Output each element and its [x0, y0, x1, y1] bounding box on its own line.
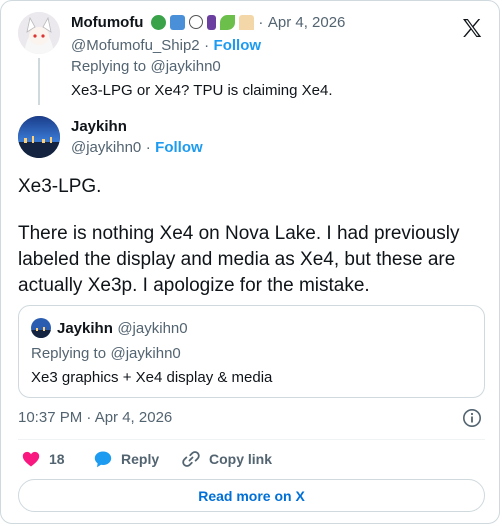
- actions-divider: [18, 439, 485, 440]
- parent-handle[interactable]: @Mofumofu_Ship2: [71, 37, 200, 54]
- like-action[interactable]: 18: [21, 449, 65, 469]
- leaf-emoji-icon: [219, 15, 235, 31]
- main-follow-button[interactable]: Follow: [155, 139, 203, 156]
- quote-replying-to: @jaykihn0: [110, 345, 181, 362]
- main-handle-dot: ·: [145, 139, 151, 156]
- copy-link-label: Copy link: [209, 451, 273, 467]
- main-display-name[interactable]: Jaykihn: [71, 118, 127, 136]
- web-emoji-icon: [188, 15, 203, 30]
- like-count: 18: [49, 451, 65, 467]
- replying-to-handle[interactable]: @jaykihn0: [151, 58, 221, 75]
- handle-dot: ·: [204, 37, 210, 54]
- main-tweet-line1: Xe3-LPG.: [18, 176, 102, 197]
- quote-text: Xe3 graphics + Xe4 display & media: [31, 369, 273, 386]
- robot-emoji-icon: [169, 15, 185, 31]
- heart-icon: [22, 451, 40, 467]
- main-tweet-paragraph: There is nothing Xe4 on Nova Lake. I had…: [18, 223, 460, 296]
- parent-display-name[interactable]: Mofumofu: [71, 14, 143, 31]
- quote-header: Jaykihn @jaykihn0: [57, 320, 188, 338]
- header-separator: ·: [258, 14, 264, 31]
- replying-prefix: Replying to: [71, 58, 147, 75]
- quote-handle: @jaykihn0: [117, 320, 188, 337]
- parent-avatar[interactable]: [18, 12, 60, 54]
- link-icon: [182, 451, 200, 467]
- thread-connector: [38, 58, 40, 105]
- main-handle-line: @jaykihn0 · Follow: [71, 139, 203, 157]
- snake-emoji-icon: [150, 15, 166, 31]
- quote-replying-line: Replying to @jaykihn0: [31, 345, 181, 363]
- name-emoji-strip: [150, 15, 254, 31]
- tweet-embed-card: Mofumofu · Apr 4, 2026 @Mofumofu_Ship2 ·…: [0, 0, 500, 524]
- quoted-tweet[interactable]: Jaykihn @jaykihn0 Replying to @jaykihn0 …: [18, 305, 485, 398]
- tweet-timestamp[interactable]: 10:37 PM · Apr 4, 2026: [18, 409, 172, 427]
- main-handle[interactable]: @jaykihn0: [71, 139, 141, 156]
- read-more-button[interactable]: Read more on X: [18, 479, 485, 512]
- quote-display-name: Jaykihn: [57, 320, 113, 337]
- book-emoji-icon: [206, 15, 216, 31]
- parent-follow-button[interactable]: Follow: [214, 37, 262, 54]
- reply-label: Reply: [121, 451, 160, 467]
- quote-replying-prefix: Replying to: [31, 345, 107, 362]
- parent-header-line: Mofumofu · Apr 4, 2026: [71, 14, 345, 32]
- parent-tweet-text: Xe3-LPG or Xe4? TPU is claiming Xe4.: [71, 82, 333, 99]
- copy-link-action[interactable]: Copy link: [181, 449, 272, 469]
- quote-avatar: [31, 318, 51, 338]
- x-logo-icon[interactable]: [460, 16, 484, 40]
- parent-replying-line: Replying to @jaykihn0: [71, 58, 221, 76]
- info-icon[interactable]: [462, 408, 482, 428]
- parent-date[interactable]: Apr 4, 2026: [268, 14, 346, 31]
- cake-emoji-icon: [238, 15, 254, 31]
- main-avatar[interactable]: [18, 116, 60, 158]
- reply-action[interactable]: Reply: [93, 449, 159, 469]
- reply-bubble-icon: [94, 451, 112, 468]
- parent-handle-line: @Mofumofu_Ship2 · Follow: [71, 37, 261, 55]
